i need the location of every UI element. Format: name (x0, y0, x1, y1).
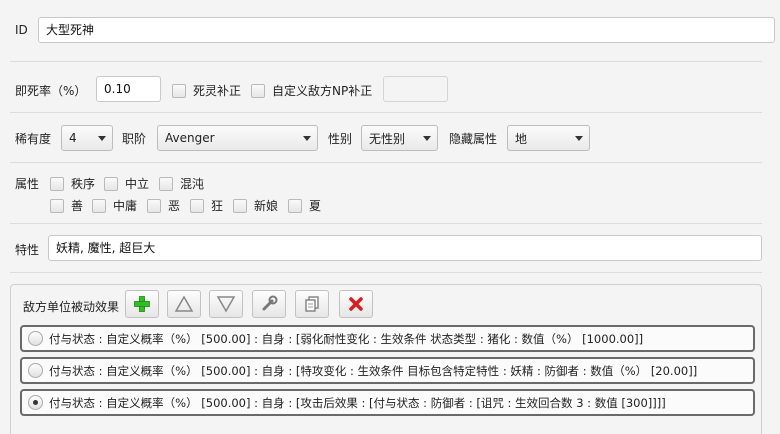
checkbox-box[interactable] (288, 198, 302, 213)
passive-effects-title: 敌方单位被动效果 (23, 300, 120, 314)
checkbox-box[interactable] (50, 176, 64, 191)
wrench-icon (262, 295, 278, 311)
move-down-icon (216, 296, 236, 313)
alignment-lawful-checkbox[interactable]: 秩序 (50, 175, 95, 192)
alignment-option-label: 中立 (125, 177, 150, 191)
id-label: ID (15, 23, 28, 37)
alignment-good-checkbox[interactable]: 善 (50, 197, 83, 214)
custom-np-checkbox[interactable]: 自定义敌方NP补正 (251, 82, 372, 99)
hidden-attribute-value: 地 (515, 131, 528, 146)
checkbox-box[interactable] (172, 83, 186, 98)
chevron-down-icon (575, 135, 583, 141)
passive-effect-text: 付与状态 : 自定义概率（%） [500.00] : 自身 : [攻击后效果 :… (49, 395, 666, 410)
class-label: 职阶 (122, 132, 147, 146)
chevron-down-icon (423, 135, 431, 141)
copy-button[interactable] (295, 290, 329, 318)
alignment-bride-checkbox[interactable]: 新娘 (233, 197, 278, 214)
passive-effect-text: 付与状态 : 自定义概率（%） [500.00] : 自身 : [弱化耐性变化 … (49, 331, 644, 346)
rarity-label: 稀有度 (15, 132, 52, 146)
undead-correction-checkbox[interactable]: 死灵补正 (172, 82, 241, 99)
custom-np-input[interactable] (383, 76, 448, 102)
radio-button[interactable] (28, 363, 43, 378)
alignment-option-label: 狂 (211, 199, 224, 213)
checkbox-box[interactable] (104, 176, 118, 191)
divider (10, 162, 762, 163)
traits-label: 特性 (15, 243, 40, 257)
divider (10, 272, 762, 273)
alignment-balanced-checkbox[interactable]: 中庸 (92, 197, 137, 214)
traits-field[interactable]: 妖精, 魔性, 超巨大 (48, 235, 762, 261)
delete-button[interactable] (339, 290, 373, 318)
alignment-option-label: 秩序 (71, 177, 96, 191)
alignment-option-label: 恶 (168, 199, 181, 213)
hidden-attribute-select[interactable]: 地 (507, 125, 590, 151)
move-up-button[interactable] (167, 290, 201, 318)
checkbox-box[interactable] (190, 198, 204, 213)
checkbox-box[interactable] (50, 198, 64, 213)
alignment-neutral-checkbox[interactable]: 中立 (104, 175, 149, 192)
instant-death-input[interactable]: 0.10 (96, 76, 161, 102)
alignment-label: 属性 (15, 177, 40, 191)
copy-icon (305, 296, 319, 312)
gender-label: 性别 (328, 132, 353, 146)
passive-effect-row[interactable]: 付与状态 : 自定义概率（%） [500.00] : 自身 : [弱化耐性变化 … (20, 325, 755, 352)
passive-effect-text: 付与状态 : 自定义概率（%） [500.00] : 自身 : [特攻变化 : … (49, 363, 698, 378)
alignment-summer-checkbox[interactable]: 夏 (288, 197, 321, 214)
alignment-option-label: 新娘 (254, 199, 279, 213)
alignment-option-label: 夏 (309, 199, 322, 213)
alignment-chaotic-checkbox[interactable]: 混沌 (159, 175, 204, 192)
checkbox-box[interactable] (251, 83, 265, 98)
radio-button[interactable] (28, 331, 43, 346)
edit-button[interactable] (252, 290, 286, 318)
hidden-attribute-label: 隐藏属性 (449, 132, 498, 146)
alignment-mad-checkbox[interactable]: 狂 (190, 197, 223, 214)
undead-correction-label: 死灵补正 (193, 84, 242, 98)
passive-effect-row[interactable]: 付与状态 : 自定义概率（%） [500.00] : 自身 : [攻击后效果 :… (20, 389, 755, 416)
id-field[interactable]: 大型死神 (38, 17, 775, 43)
move-down-button[interactable] (209, 290, 243, 318)
gender-select[interactable]: 无性别 (361, 125, 438, 151)
alignment-option-label: 混沌 (180, 177, 205, 191)
instant-death-label: 即死率（%） (15, 84, 87, 98)
gender-value: 无性别 (369, 131, 406, 146)
divider (10, 112, 762, 113)
alignment-evil-checkbox[interactable]: 恶 (147, 197, 180, 214)
add-icon (134, 296, 150, 312)
checkbox-box[interactable] (233, 198, 247, 213)
rarity-select[interactable]: 4 (61, 125, 113, 151)
class-value: Avenger (165, 131, 215, 145)
move-up-icon (174, 295, 194, 312)
delete-icon (349, 297, 363, 311)
checkbox-box[interactable] (159, 176, 173, 191)
radio-button-selected[interactable] (28, 395, 43, 410)
rarity-value: 4 (69, 131, 77, 145)
chevron-down-icon (98, 135, 106, 141)
chevron-down-icon (303, 135, 311, 141)
alignment-option-label: 善 (71, 199, 84, 213)
passive-effect-row[interactable]: 付与状态 : 自定义概率（%） [500.00] : 自身 : [特攻变化 : … (20, 357, 755, 384)
checkbox-box[interactable] (92, 198, 106, 213)
divider (10, 223, 762, 224)
checkbox-box[interactable] (147, 198, 161, 213)
add-button[interactable] (125, 290, 159, 318)
alignment-option-label: 中庸 (113, 199, 138, 213)
divider (10, 61, 762, 62)
class-select[interactable]: Avenger (157, 125, 318, 151)
custom-np-label: 自定义敌方NP补正 (272, 84, 373, 98)
